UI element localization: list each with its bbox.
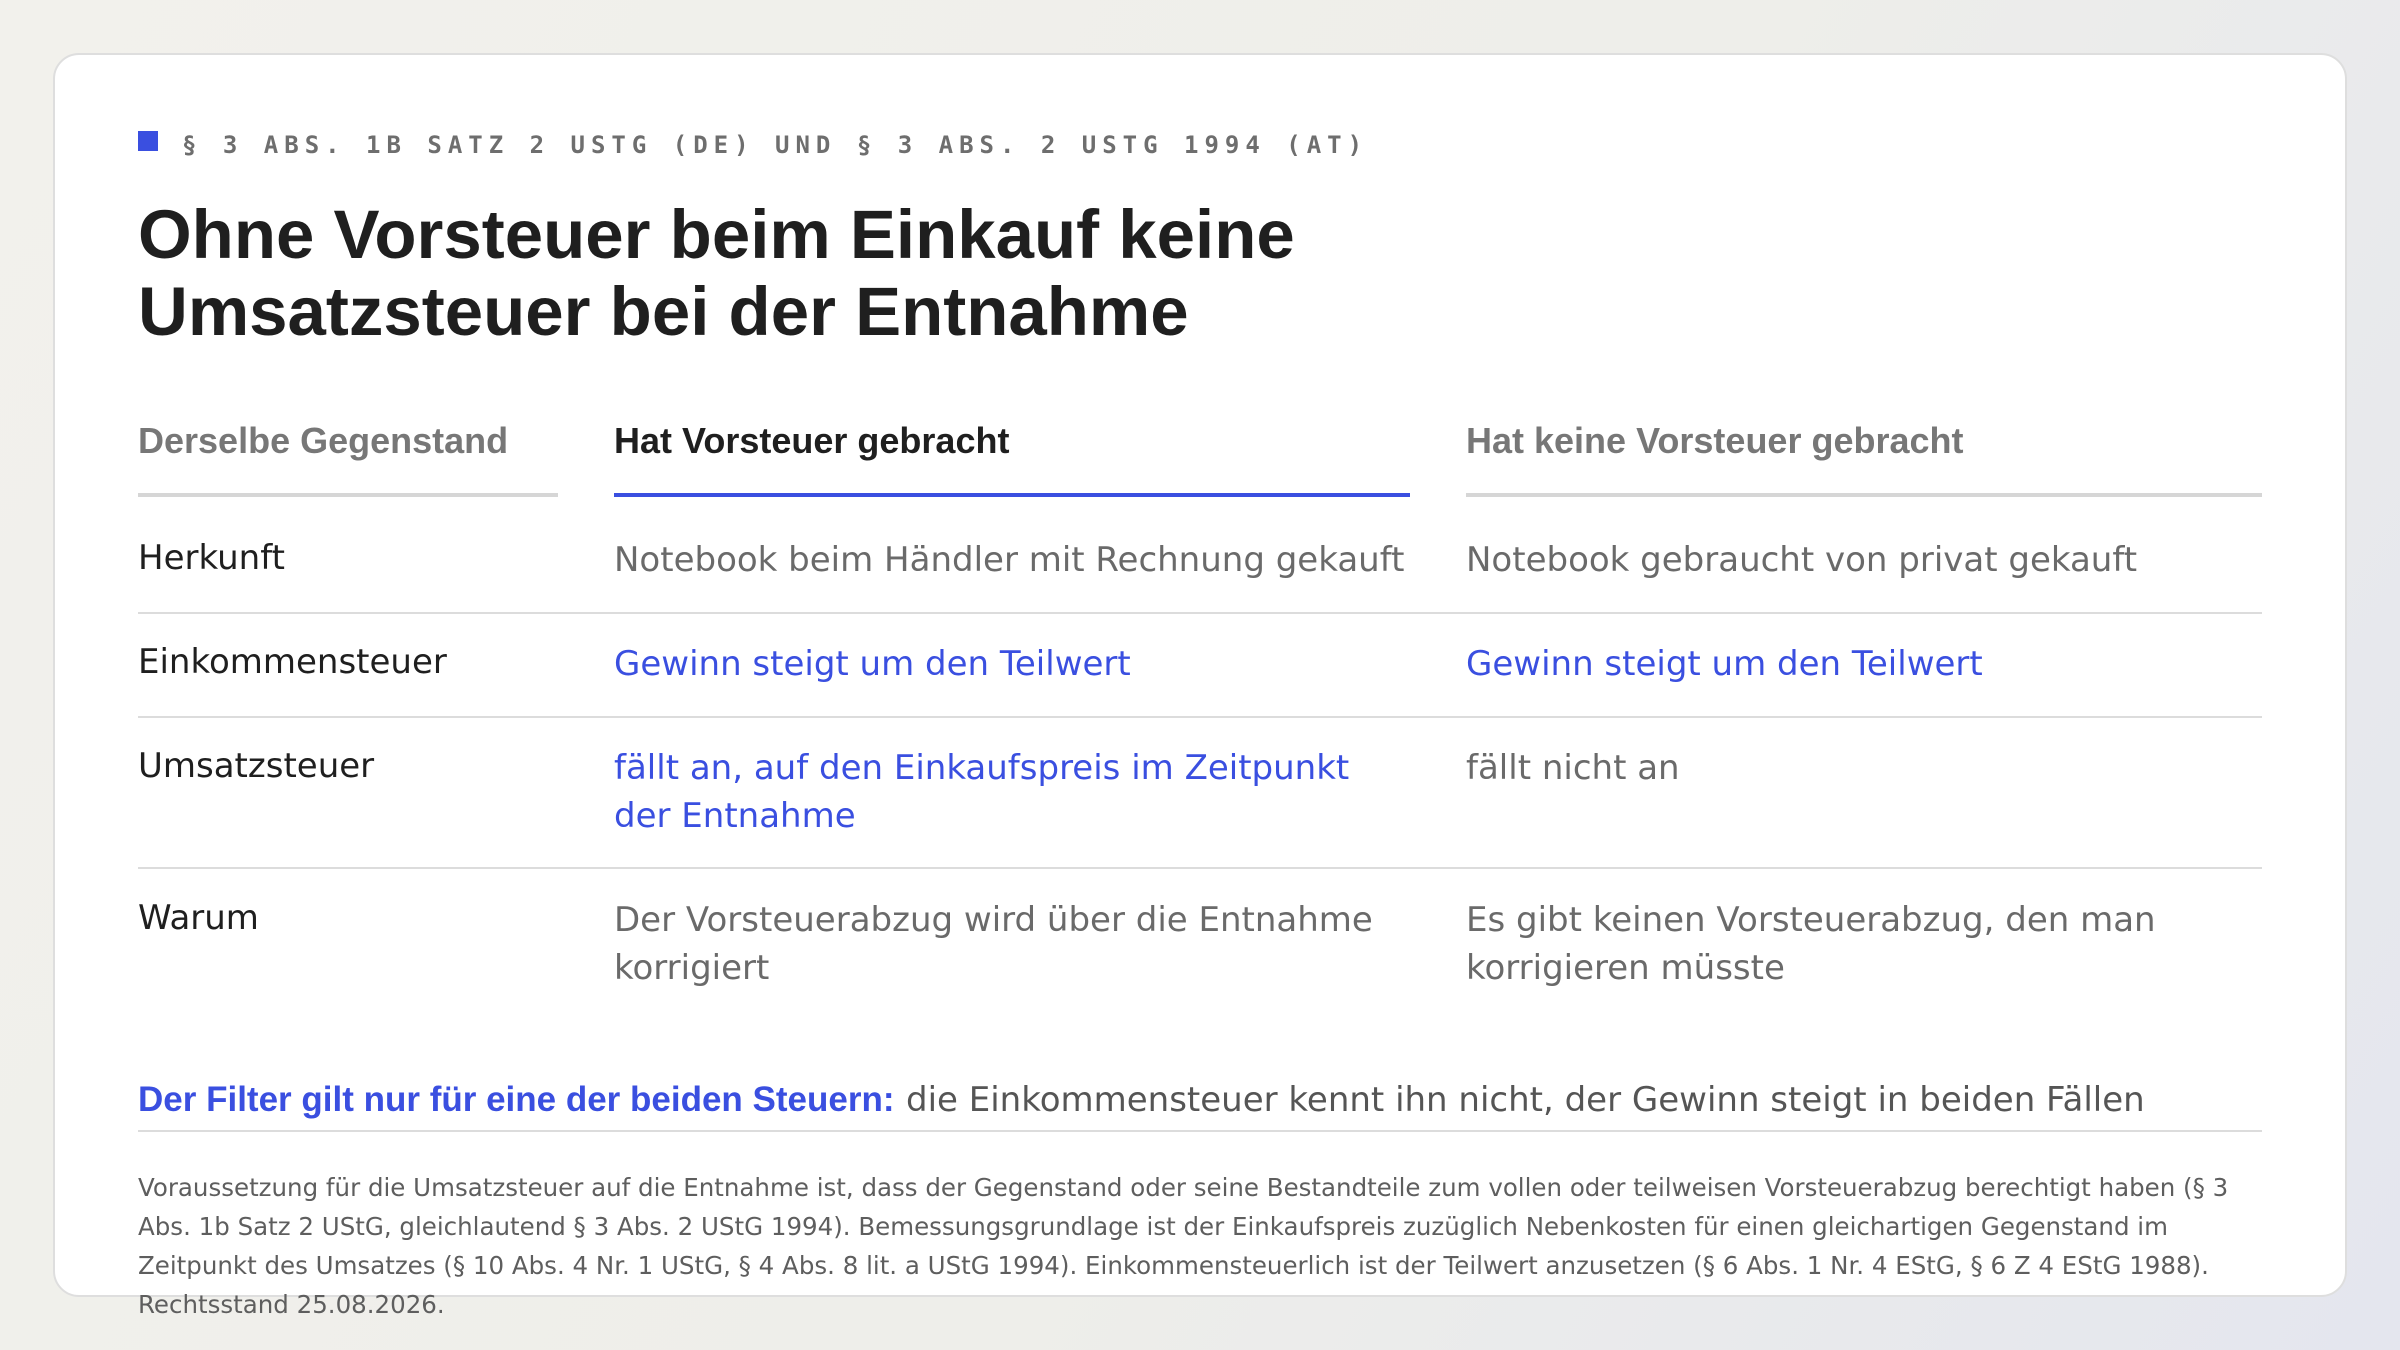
row-divider (138, 867, 2262, 869)
column-header-item: Derselbe Gegenstand (138, 420, 509, 461)
cell-with-input-tax: Gewinn steigt um den Teilwert (614, 644, 1131, 684)
header-underline (1466, 493, 2262, 497)
filter-divider (138, 1130, 2262, 1132)
page-title: Ohne Vorsteuer beim Einkauf keine Umsatz… (138, 196, 1538, 350)
title-line-2: Umsatzsteuer bei der Entnahme (138, 273, 1189, 350)
cell-without-input-tax: Es gibt keinen Vorsteuerabzug, den man k… (1466, 900, 2156, 988)
column-header-without-input-tax: Hat keine Vorsteuer gebracht (1466, 420, 1964, 461)
cell-without-input-tax: Notebook gebraucht von privat gekauft (1466, 540, 2138, 580)
cell-without-input-tax: Gewinn steigt um den Teilwert (1466, 644, 1983, 684)
row-divider (138, 716, 2262, 718)
header-underline-accent (614, 493, 1410, 497)
cell-without-input-tax: fällt nicht an (1466, 748, 1680, 788)
row-divider (138, 612, 2262, 614)
column-header-with-input-tax: Hat Vorsteuer gebracht (614, 420, 1010, 461)
row-label-warum: Warum (138, 898, 259, 938)
row-label-herkunft: Herkunft (138, 538, 285, 578)
accent-square-icon (138, 131, 158, 151)
cell-with-input-tax: Der Vorsteuerabzug wird über die Entnahm… (614, 900, 1373, 988)
header-underline (138, 493, 558, 497)
eyebrow: § 3 ABS. 1B SATZ 2 USTG (DE) UND § 3 ABS… (138, 131, 1368, 159)
row-label-einkommensteuer: Einkommensteuer (138, 642, 447, 682)
title-line-1: Ohne Vorsteuer beim Einkauf keine (138, 196, 1295, 273)
row-label-umsatzsteuer: Umsatzsteuer (138, 746, 375, 786)
eyebrow-text: § 3 ABS. 1B SATZ 2 USTG (DE) UND § 3 ABS… (182, 131, 1369, 159)
filter-text: die Einkommensteuer kennt ihn nicht, der… (906, 1080, 2145, 1120)
cell-with-input-tax: fällt an, auf den Einkaufspreis im Zeitp… (614, 748, 1350, 836)
footnote: Voraussetzung für die Umsatzsteuer auf d… (138, 1173, 2229, 1319)
filter-headline: Der Filter gilt nur für eine der beiden … (138, 1080, 895, 1119)
cell-with-input-tax: Notebook beim Händler mit Rechnung gekau… (614, 540, 1405, 580)
